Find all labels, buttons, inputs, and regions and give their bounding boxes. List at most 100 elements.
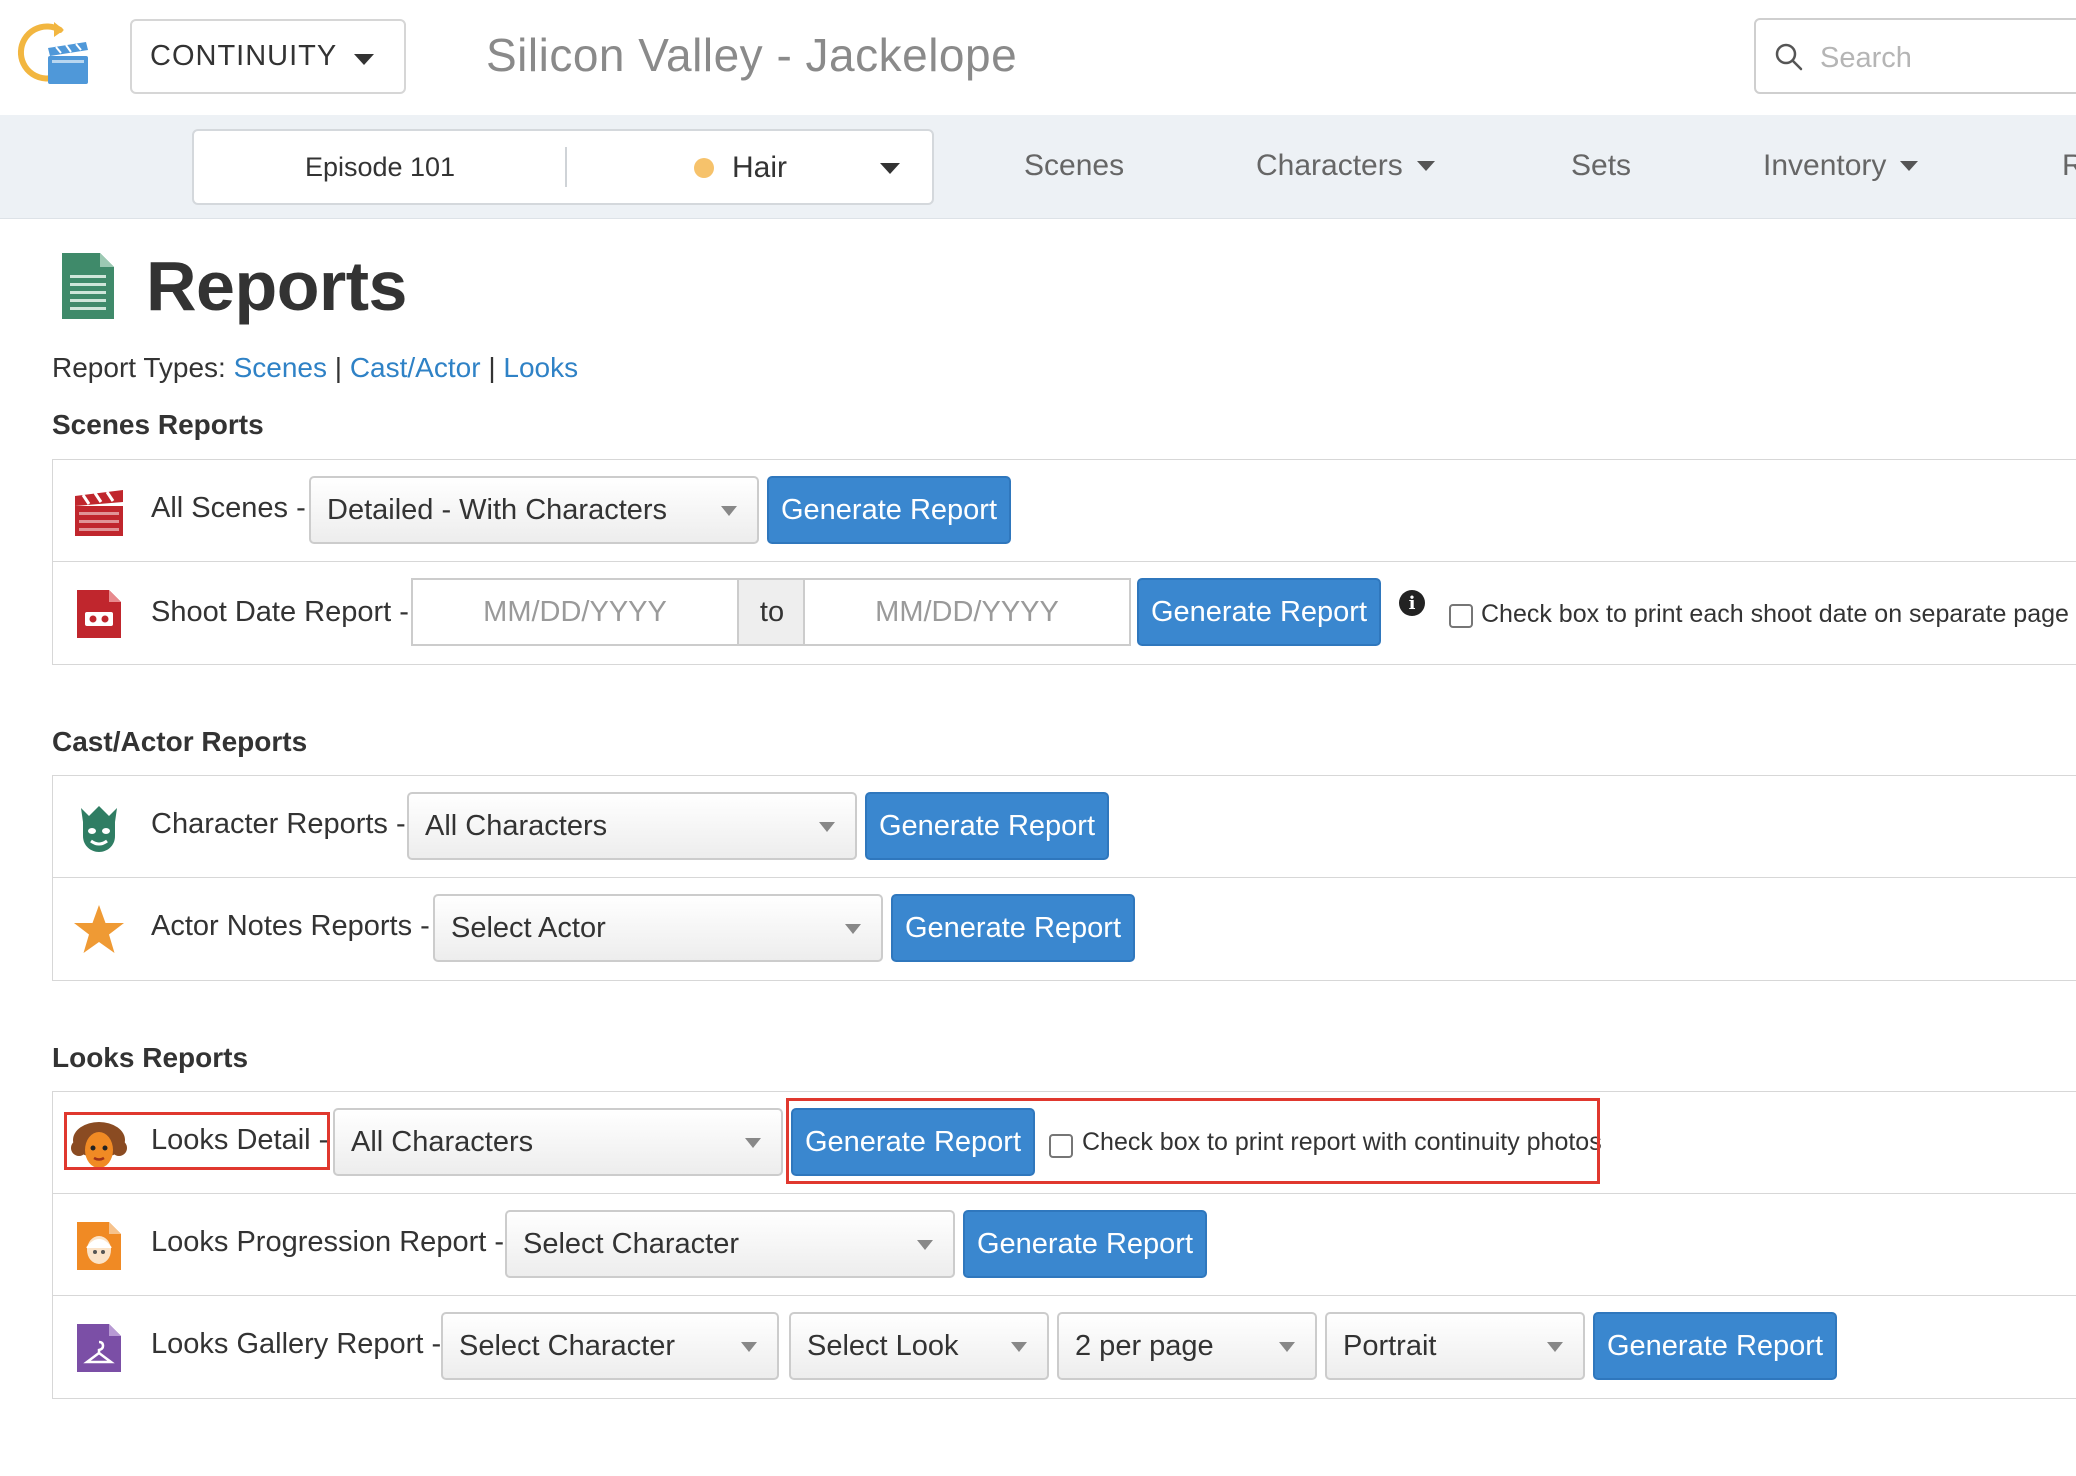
select-value: All Characters bbox=[351, 1125, 534, 1158]
app-switch-dropdown[interactable]: CONTINUITY bbox=[130, 19, 406, 94]
shoot-date-label: Shoot Date Report - bbox=[151, 596, 409, 628]
calendar-report-icon bbox=[77, 590, 121, 638]
generate-character-report-button[interactable]: Generate Report bbox=[865, 792, 1109, 860]
chevron-down-icon bbox=[1011, 1342, 1027, 1352]
date-range-to-label: to bbox=[739, 578, 805, 646]
chevron-down-icon bbox=[745, 1138, 761, 1148]
nav-characters-label: Characters bbox=[1256, 149, 1403, 182]
nav-inventory[interactable]: Inventory bbox=[1763, 149, 1919, 183]
chevron-down-icon bbox=[1900, 161, 1919, 171]
search-input[interactable]: Search bbox=[1754, 18, 2076, 94]
scenes-reports-panel: All Scenes - Detailed - With Characters … bbox=[52, 459, 2076, 665]
nav-sets[interactable]: Sets bbox=[1571, 149, 1631, 183]
looks-progression-label: Looks Progression Report - bbox=[151, 1226, 504, 1258]
generate-all-scenes-report-button[interactable]: Generate Report bbox=[767, 476, 1011, 544]
separate-page-checkbox-label: Check box to print each shoot date on se… bbox=[1481, 600, 2069, 628]
separator: | bbox=[334, 352, 343, 383]
actor-select[interactable]: Select Actor bbox=[433, 894, 883, 962]
character-reports-row: Character Reports - All Characters Gener… bbox=[53, 776, 2076, 878]
continuity-logo-icon[interactable] bbox=[14, 18, 94, 90]
generate-looks-detail-report-button[interactable]: Generate Report bbox=[791, 1108, 1035, 1176]
report-types-nav: Report Types: Scenes | Cast/Actor | Look… bbox=[52, 352, 578, 384]
looks-detail-label: Looks Detail - bbox=[151, 1124, 329, 1156]
looks-detail-row: Looks Detail - All Characters Generate R… bbox=[53, 1092, 2076, 1194]
continuity-photos-checkbox-label: Check box to print report with continuit… bbox=[1082, 1128, 1602, 1156]
separate-page-checkbox[interactable] bbox=[1449, 604, 1473, 628]
looks-gallery-label: Looks Gallery Report - bbox=[151, 1328, 442, 1360]
character-reports-label: Character Reports - bbox=[151, 808, 406, 840]
app-switch-label: CONTINUITY bbox=[150, 40, 338, 72]
star-icon bbox=[74, 905, 124, 953]
all-scenes-label: All Scenes - bbox=[151, 492, 306, 524]
chevron-down-icon bbox=[354, 54, 374, 65]
department-label: Hair bbox=[732, 151, 788, 184]
looks-gallery-look-select[interactable]: Select Look bbox=[789, 1312, 1049, 1380]
divider bbox=[565, 147, 567, 187]
nav-scenes-label: Scenes bbox=[1024, 149, 1125, 182]
generate-shoot-date-report-button[interactable]: Generate Report bbox=[1137, 578, 1381, 646]
report-type-link-scenes[interactable]: Scenes bbox=[234, 352, 327, 383]
episode-label: Episode 101 bbox=[304, 151, 456, 182]
looks-gallery-row: Looks Gallery Report - Select Character … bbox=[53, 1296, 2076, 1398]
cast-actor-reports-panel: Character Reports - All Characters Gener… bbox=[52, 775, 2076, 981]
nav-reports-label: R bbox=[2062, 149, 2076, 182]
department-status-dot bbox=[694, 158, 714, 178]
chevron-down-icon bbox=[819, 822, 835, 832]
report-types-prefix: Report Types: bbox=[52, 352, 226, 383]
character-mask-icon bbox=[81, 806, 117, 852]
nav-scenes[interactable]: Scenes bbox=[1024, 149, 1124, 183]
chevron-down-icon bbox=[721, 506, 737, 516]
info-icon[interactable]: i bbox=[1399, 590, 1425, 616]
chevron-down-icon bbox=[1279, 1342, 1295, 1352]
chevron-down-icon bbox=[1416, 161, 1435, 171]
progression-face-icon bbox=[77, 1222, 121, 1270]
generate-actor-notes-report-button[interactable]: Generate Report bbox=[891, 894, 1135, 962]
select-value: Portrait bbox=[1343, 1329, 1437, 1362]
gallery-hanger-icon bbox=[77, 1324, 121, 1372]
chevron-down-icon[interactable] bbox=[880, 163, 900, 174]
top-bar: CONTINUITY Silicon Valley - Jackelope Se… bbox=[0, 0, 2076, 115]
continuity-photos-checkbox[interactable] bbox=[1049, 1134, 1073, 1158]
cast-actor-reports-heading: Cast/Actor Reports bbox=[52, 726, 308, 757]
search-placeholder: Search bbox=[1820, 42, 1912, 74]
separator: | bbox=[488, 352, 496, 383]
chevron-down-icon bbox=[917, 1240, 933, 1250]
looks-gallery-per-page-select[interactable]: 2 per page bbox=[1057, 1312, 1317, 1380]
looks-gallery-orientation-select[interactable]: Portrait bbox=[1325, 1312, 1585, 1380]
select-value: Select Actor bbox=[451, 911, 606, 944]
looks-reports-heading: Looks Reports bbox=[52, 1042, 249, 1073]
document-icon bbox=[62, 253, 114, 319]
all-scenes-type-select[interactable]: Detailed - With Characters bbox=[309, 476, 759, 544]
page-title: Reports bbox=[146, 247, 407, 325]
select-value: Select Character bbox=[523, 1227, 739, 1260]
looks-progression-row: Looks Progression Report - Select Charac… bbox=[53, 1194, 2076, 1296]
chevron-down-icon bbox=[741, 1342, 757, 1352]
all-scenes-row: All Scenes - Detailed - With Characters … bbox=[53, 460, 2076, 562]
generate-looks-gallery-report-button[interactable]: Generate Report bbox=[1593, 1312, 1837, 1380]
context-selector: Episode 101 Hair bbox=[192, 129, 934, 205]
select-value: All Characters bbox=[425, 809, 608, 842]
nav-reports[interactable]: R bbox=[2062, 149, 2076, 183]
chevron-down-icon bbox=[1547, 1342, 1563, 1352]
looks-gallery-character-select[interactable]: Select Character bbox=[441, 1312, 779, 1380]
shoot-date-row: Shoot Date Report - MM/DD/YYYY to MM/DD/… bbox=[53, 562, 2076, 664]
report-type-link-looks[interactable]: Looks bbox=[503, 352, 578, 383]
report-type-link-cast-actor[interactable]: Cast/Actor bbox=[350, 352, 481, 383]
select-value: Select Character bbox=[459, 1329, 675, 1362]
select-value: Select Look bbox=[807, 1329, 959, 1362]
department-selector[interactable]: Hair bbox=[694, 151, 787, 185]
looks-reports-panel: Looks Detail - All Characters Generate R… bbox=[52, 1091, 2076, 1399]
episode-selector[interactable]: Episode 101 bbox=[194, 131, 566, 203]
scenes-reports-heading: Scenes Reports bbox=[52, 409, 264, 440]
nav-inventory-label: Inventory bbox=[1763, 149, 1887, 182]
character-reports-select[interactable]: All Characters bbox=[407, 792, 857, 860]
actor-notes-row: Actor Notes Reports - Select Actor Gener… bbox=[53, 878, 2076, 980]
shoot-date-to-input[interactable]: MM/DD/YYYY bbox=[803, 578, 1131, 646]
chevron-down-icon bbox=[845, 924, 861, 934]
looks-progression-character-select[interactable]: Select Character bbox=[505, 1210, 955, 1278]
looks-detail-character-select[interactable]: All Characters bbox=[333, 1108, 783, 1176]
shoot-date-from-input[interactable]: MM/DD/YYYY bbox=[411, 578, 739, 646]
generate-looks-progression-report-button[interactable]: Generate Report bbox=[963, 1210, 1207, 1278]
clapperboard-icon bbox=[75, 490, 123, 536]
nav-characters[interactable]: Characters bbox=[1256, 149, 1435, 183]
